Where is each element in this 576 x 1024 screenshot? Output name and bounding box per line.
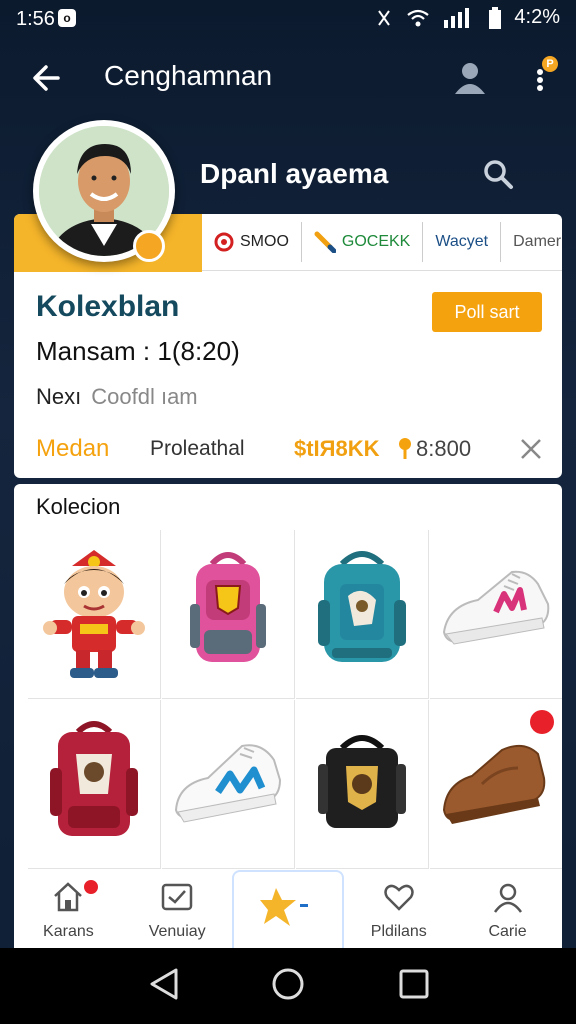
teal-backpack-image xyxy=(318,551,406,662)
collection-item-teal-backpack[interactable] xyxy=(296,530,429,699)
collection-item-red-backpack[interactable] xyxy=(28,700,161,869)
item-badge xyxy=(530,710,554,734)
card-info-row: Medan Proleathal $tIЯ8KK 8:800 xyxy=(36,434,546,464)
nav-item-home[interactable]: Karans xyxy=(14,870,123,948)
vibrate-icon xyxy=(378,9,391,26)
tab-label: Wacyet xyxy=(435,233,489,250)
system-navigation-bar xyxy=(0,948,576,1024)
close-icon[interactable] xyxy=(518,436,544,462)
profile-username: Dpanl ayaema xyxy=(200,158,389,189)
notification-badge: P xyxy=(542,56,558,72)
tab-gocekk[interactable]: GOCEKK xyxy=(302,222,424,262)
bottom-navigation: Karans Venuiay Pldilans Carie xyxy=(14,870,562,948)
black-bag-image xyxy=(318,735,406,828)
info-medan[interactable]: Medan xyxy=(36,435,150,463)
collection-item-brown-shoe[interactable] xyxy=(430,700,562,869)
nav-label: Karans xyxy=(43,923,94,940)
more-menu-button[interactable]: P xyxy=(520,56,560,98)
tab-label: SMOO xyxy=(240,233,289,250)
avatar[interactable] xyxy=(33,120,175,262)
battery-percent: 4:2% xyxy=(514,6,560,28)
online-status-dot xyxy=(133,230,165,262)
back-arrow-icon[interactable] xyxy=(28,58,68,98)
white-pink-sneaker-image xyxy=(442,570,550,645)
recents-square-icon[interactable] xyxy=(396,966,432,1002)
info-time-text: 8:800 xyxy=(416,436,472,461)
nav-item-favorites[interactable]: Pldilans xyxy=(344,870,453,948)
sim-icon: o xyxy=(58,9,76,27)
inbox-icon xyxy=(161,883,193,911)
card-heading: Kolexblan xyxy=(36,290,180,323)
collection-panel: Kolecion xyxy=(14,484,562,874)
nav-item-profile[interactable]: Carie xyxy=(453,870,562,948)
collection-item-black-bag[interactable] xyxy=(296,700,429,869)
toy-figure-image xyxy=(43,550,145,678)
heart-icon xyxy=(384,884,414,911)
brown-shoe-image xyxy=(442,744,546,824)
collection-item-toy-figure[interactable] xyxy=(28,530,161,699)
info-price: $tIЯ8KK xyxy=(294,436,380,461)
account-icon[interactable] xyxy=(450,58,490,98)
white-blue-sneaker-image xyxy=(174,744,282,823)
collection-title: Kolecion xyxy=(36,494,121,519)
back-triangle-icon[interactable] xyxy=(146,966,182,1002)
tab-label: GOCEKK xyxy=(341,233,411,250)
home-circle-icon[interactable] xyxy=(270,966,306,1002)
app-bar: Cenghamnan P xyxy=(0,44,576,114)
collection-item-white-pink-sneaker[interactable] xyxy=(430,530,562,699)
card-meta: Mansam : 1(8:20) xyxy=(36,336,240,366)
nav-badge xyxy=(82,878,100,896)
info-proleathal: Proleathal xyxy=(150,437,245,460)
tab-smoo[interactable]: SMOO xyxy=(202,222,302,262)
status-bar: 1:56 o 4:2% xyxy=(0,0,576,40)
pencil-icon xyxy=(314,231,336,253)
signal-icon xyxy=(444,7,470,28)
tab-wacyet[interactable]: Wacyet xyxy=(423,222,502,262)
tab-label: Damer xyxy=(513,233,562,250)
wifi-icon xyxy=(407,9,430,26)
nav-label: Carie xyxy=(488,923,527,940)
status-time: 1:56 xyxy=(16,8,55,30)
profile-icon xyxy=(493,883,522,913)
nav-label: Venuiay xyxy=(148,923,206,940)
collection-item-pink-backpack[interactable] xyxy=(162,530,295,699)
page-title: Cenghamnan xyxy=(104,60,273,91)
next-label: Nexı xyxy=(36,384,82,409)
pin-icon xyxy=(399,438,411,459)
home-icon xyxy=(54,882,83,912)
target-icon xyxy=(214,232,234,252)
next-placeholder: Coofdl ıam xyxy=(91,384,198,409)
nav-item-featured[interactable] xyxy=(231,870,345,948)
red-backpack-image xyxy=(50,721,138,836)
next-field[interactable]: Nexı Coofdl ıam xyxy=(36,384,198,410)
card-tabs: SMOO GOCEKK Wacyet Damer xyxy=(202,214,562,271)
info-time: 8:800 xyxy=(398,436,471,462)
collection-grid xyxy=(28,530,562,870)
collection-item-white-blue-sneaker[interactable] xyxy=(162,700,295,869)
tab-damer[interactable]: Damer xyxy=(501,222,562,262)
pink-backpack-image xyxy=(190,552,266,662)
search-icon[interactable] xyxy=(480,156,516,192)
nav-label: Pldilans xyxy=(370,923,427,940)
poll-start-button[interactable]: Poll sart xyxy=(432,292,542,332)
nav-item-inbox[interactable]: Venuiay xyxy=(123,870,232,948)
star-icon xyxy=(259,888,308,926)
battery-icon xyxy=(489,6,502,29)
